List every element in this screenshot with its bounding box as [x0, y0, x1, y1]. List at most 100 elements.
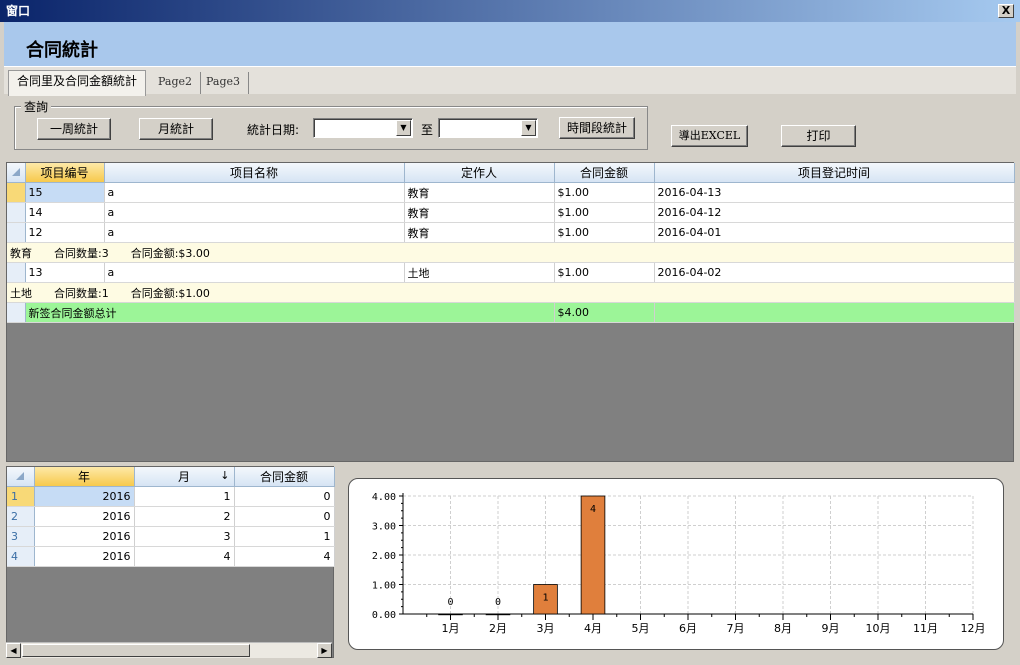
table-row[interactable]: 13 a 土地 $1.00 2016-04-02: [7, 262, 1015, 283]
table-row[interactable]: 14 a 教育 $1.00 2016-04-12: [7, 202, 1015, 223]
sort-arrow-icon: ↓: [220, 469, 230, 482]
table-row[interactable]: 12 a 教育 $1.00 2016-04-01: [7, 222, 1015, 243]
cell-date[interactable]: 2016-04-12: [654, 202, 1015, 223]
row-header[interactable]: [7, 302, 26, 323]
monthly-summary-table: 年 月 ↓ 合同金额 1 2016 1 0 2 2016 2 0 3 2016 3: [7, 467, 335, 567]
scroll-right-icon[interactable]: ▶: [317, 643, 332, 658]
end-date-combo[interactable]: ▼: [438, 118, 538, 138]
close-button[interactable]: X: [998, 4, 1014, 18]
cell-month[interactable]: 3: [134, 526, 235, 547]
cell-client[interactable]: 土地: [404, 262, 555, 283]
row-header[interactable]: [7, 182, 26, 203]
cell-amount[interactable]: 0: [234, 486, 335, 507]
column-header-id[interactable]: 项目编号: [25, 163, 105, 183]
tab-contract-stats[interactable]: 合同里及合同金額統計: [8, 70, 147, 96]
cell-date[interactable]: 2016-04-02: [654, 262, 1015, 283]
contract-grid[interactable]: 项目编号 项目名称 定作人 合同金额 项目登记时间 15 a 教育 $1.00 …: [6, 162, 1015, 462]
cell-id[interactable]: 14: [25, 202, 105, 223]
cell-amount[interactable]: $1.00: [554, 262, 655, 283]
column-header-month-label: 月: [177, 470, 190, 484]
page-header: 合同統計: [4, 22, 1016, 66]
row-header[interactable]: [7, 202, 26, 223]
chevron-down-icon[interactable]: ▼: [521, 120, 536, 136]
cell-amount[interactable]: 0: [234, 506, 335, 527]
window-titlebar: 窗口: [0, 0, 1020, 22]
table-row[interactable]: 2 2016 2 0: [7, 506, 335, 527]
x-tick-label: 1月: [442, 622, 460, 635]
corner-cell[interactable]: [7, 163, 26, 183]
row-number[interactable]: 2: [7, 506, 35, 527]
export-excel-button[interactable]: 導出EXCEL: [671, 125, 748, 147]
table-row[interactable]: 1 2016 1 0: [7, 486, 335, 507]
column-header-month[interactable]: 月 ↓: [134, 467, 235, 487]
x-tick-label: 2月: [489, 622, 507, 635]
bar-data-label: 0: [447, 597, 453, 608]
cell-id[interactable]: 13: [25, 262, 105, 283]
x-tick-label: 8月: [774, 622, 792, 635]
chevron-down-icon[interactable]: ▼: [396, 120, 411, 136]
row-number[interactable]: 3: [7, 526, 35, 547]
table-row[interactable]: 15 a 教育 $1.00 2016-04-13: [7, 182, 1015, 203]
cell-amount[interactable]: 4: [234, 546, 335, 567]
bar-data-label: 1: [542, 593, 548, 604]
cell-amount[interactable]: $1.00: [554, 202, 655, 223]
corner-cell[interactable]: [7, 467, 35, 487]
row-number[interactable]: 1: [7, 486, 35, 507]
table-row[interactable]: 4 2016 4 4: [7, 546, 335, 567]
y-tick-label: 1.00: [372, 581, 396, 592]
grand-total-amount: $4.00: [554, 302, 655, 323]
column-header-amount[interactable]: 合同金额: [554, 163, 655, 183]
table-row[interactable]: 3 2016 3 1: [7, 526, 335, 547]
column-header-amount[interactable]: 合同金额: [234, 467, 335, 487]
window-title: 窗口: [6, 4, 31, 18]
date-label: 統計日期:: [247, 123, 300, 137]
cell-year[interactable]: 2016: [34, 486, 135, 507]
x-tick-label: 4月: [584, 622, 602, 635]
cell-id[interactable]: 15: [25, 182, 105, 203]
grand-total-row[interactable]: 新签合同金额总计 $4.00: [7, 302, 1015, 323]
week-stats-button[interactable]: 一周統計: [37, 118, 111, 140]
cell-client[interactable]: 教育: [404, 182, 555, 203]
cell-month[interactable]: 2: [134, 506, 235, 527]
horizontal-scrollbar[interactable]: ◀ ▶: [6, 642, 332, 658]
row-header[interactable]: [7, 262, 26, 283]
start-date-combo[interactable]: ▼: [313, 118, 413, 138]
cell-month[interactable]: 1: [134, 486, 235, 507]
column-header-name[interactable]: 项目名称: [104, 163, 405, 183]
row-number[interactable]: 4: [7, 546, 35, 567]
cell-amount[interactable]: $1.00: [554, 222, 655, 243]
print-button[interactable]: 打印: [781, 125, 856, 147]
column-header-date[interactable]: 项目登记时间: [654, 163, 1015, 183]
tab-page2[interactable]: Page2: [150, 72, 202, 94]
tab-page3[interactable]: Page3: [198, 72, 250, 94]
chart-panel: 0.00 1.00 2.00 3.00 4.00 1月 2月 3月 4月 5月 6月 7月 8月 9月 10…: [348, 478, 1004, 650]
cell-year[interactable]: 2016: [34, 546, 135, 567]
cell-year[interactable]: 2016: [34, 506, 135, 527]
bar-data-label: 4: [590, 504, 596, 515]
group-summary-row[interactable]: 教育 合同数量:3 合同金额:$3.00: [7, 242, 1015, 263]
cell-date[interactable]: 2016-04-01: [654, 222, 1015, 243]
cell-client[interactable]: 教育: [404, 222, 555, 243]
column-header-year[interactable]: 年: [34, 467, 135, 487]
cell-month[interactable]: 4: [134, 546, 235, 567]
cell-amount[interactable]: 1: [234, 526, 335, 547]
scroll-left-icon[interactable]: ◀: [6, 643, 21, 658]
y-tick-label: 4.00: [372, 492, 396, 503]
scroll-thumb[interactable]: [22, 644, 250, 657]
cell-name[interactable]: a: [104, 222, 405, 243]
cell-name[interactable]: a: [104, 182, 405, 203]
monthly-summary-grid[interactable]: 年 月 ↓ 合同金额 1 2016 1 0 2 2016 2 0 3 2016 3: [6, 466, 335, 658]
cell-name[interactable]: a: [104, 202, 405, 223]
cell-name[interactable]: a: [104, 262, 405, 283]
cell-year[interactable]: 2016: [34, 526, 135, 547]
cell-amount[interactable]: $1.00: [554, 182, 655, 203]
row-header[interactable]: [7, 222, 26, 243]
select-all-icon: [16, 471, 25, 480]
cell-id[interactable]: 12: [25, 222, 105, 243]
group-summary-row[interactable]: 土地 合同数量:1 合同金额:$1.00: [7, 282, 1015, 303]
column-header-client[interactable]: 定作人: [404, 163, 555, 183]
cell-client[interactable]: 教育: [404, 202, 555, 223]
cell-date[interactable]: 2016-04-13: [654, 182, 1015, 203]
month-stats-button[interactable]: 月統計: [139, 118, 213, 140]
period-stats-button[interactable]: 時間段統計: [559, 117, 635, 139]
